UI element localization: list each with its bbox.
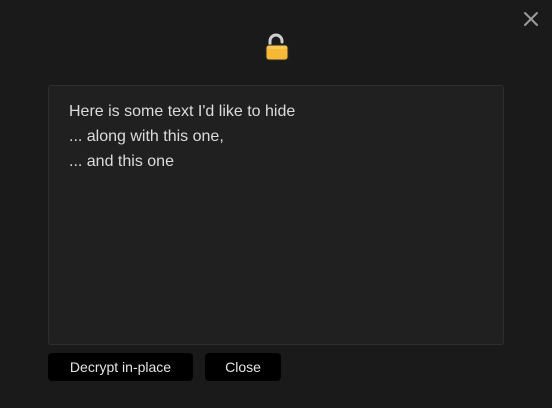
unlocked-padlock-icon (264, 33, 290, 61)
text-line: ... and this one (69, 153, 174, 170)
text-line: Here is some text I'd like to hide (69, 103, 296, 120)
close-button[interactable]: Close (205, 353, 281, 381)
close-icon[interactable] (521, 9, 541, 29)
text-line: ... along with this one, (69, 128, 224, 145)
decrypt-in-place-button[interactable]: Decrypt in-place (48, 353, 193, 381)
decrypted-text-area[interactable]: Here is some text I'd like to hide ... a… (48, 85, 504, 345)
